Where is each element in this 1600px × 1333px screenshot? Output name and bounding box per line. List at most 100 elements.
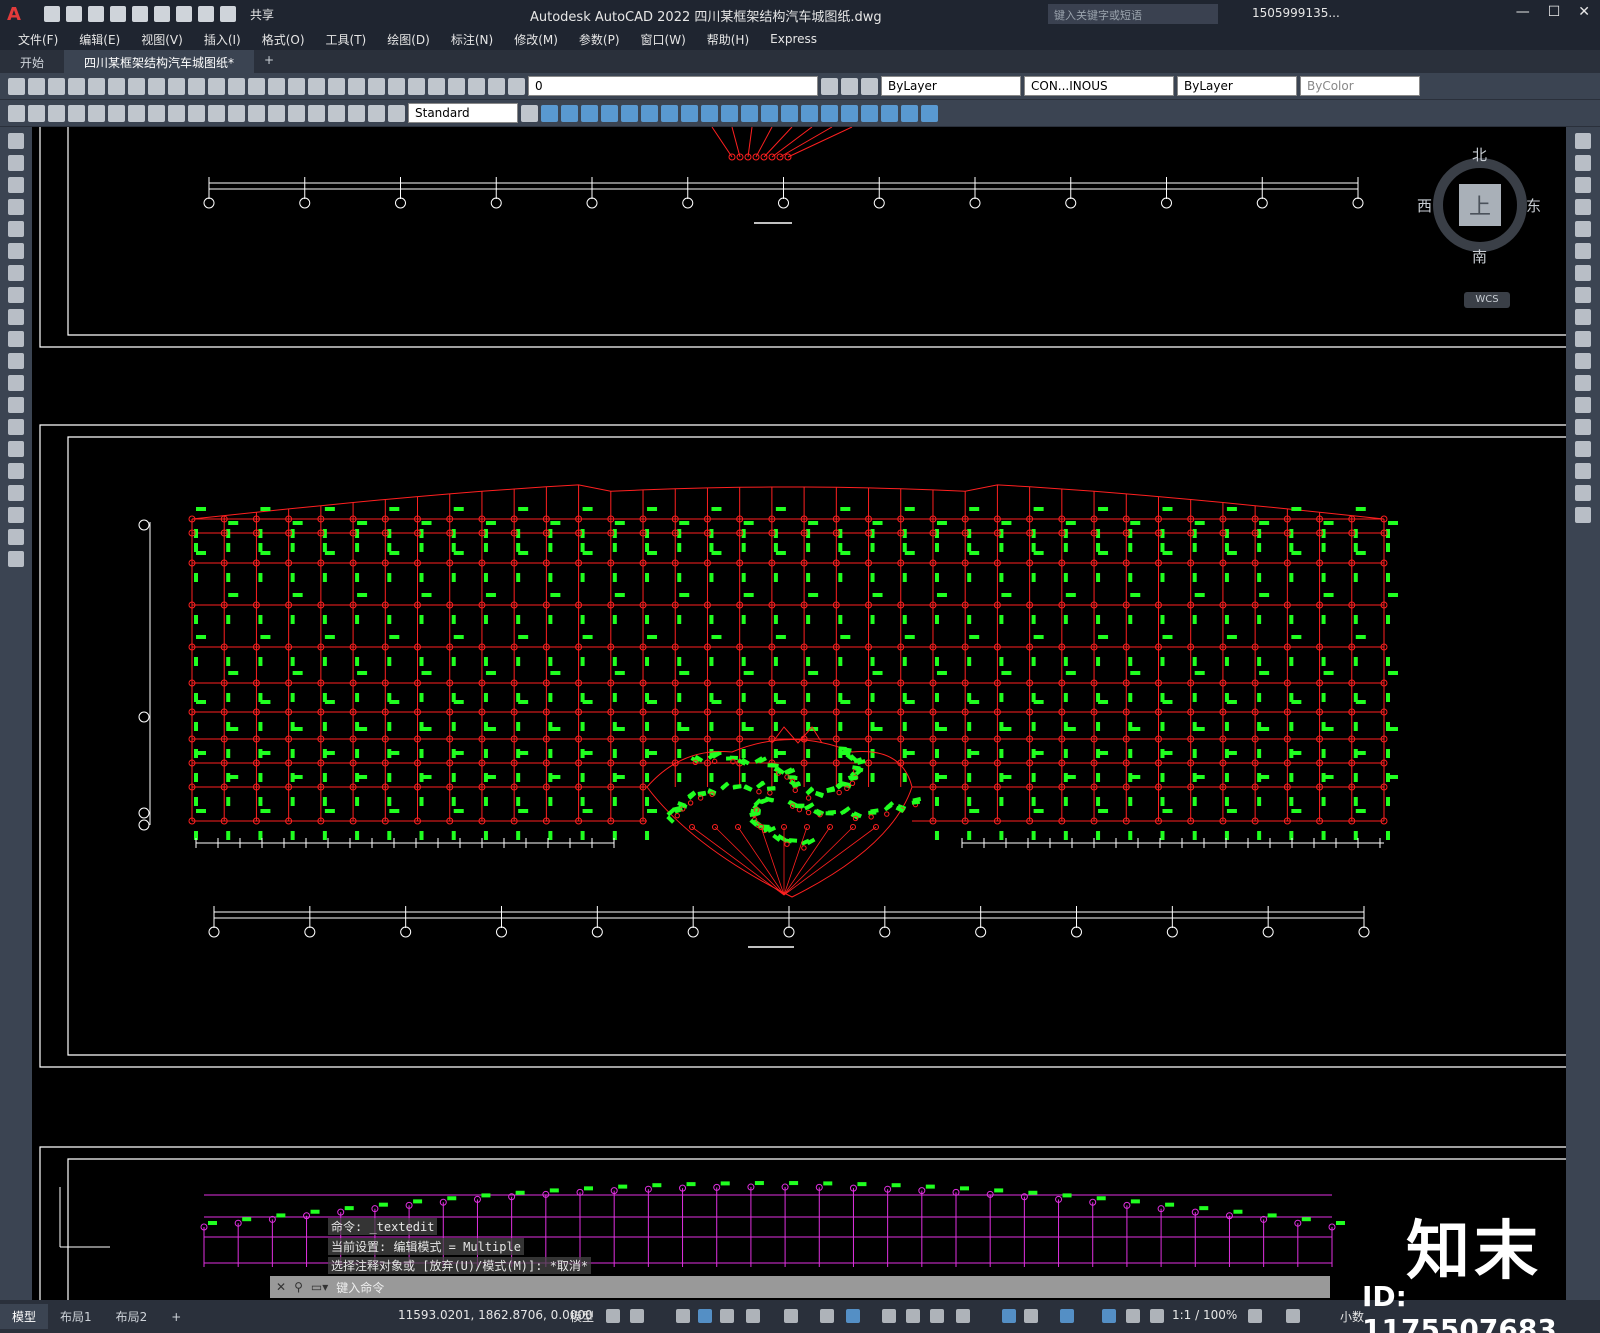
plot-icon[interactable] bbox=[68, 77, 85, 95]
presspull-icon[interactable] bbox=[681, 104, 698, 122]
tab-drawing[interactable]: 四川某框架结构汽车城图纸* bbox=[64, 50, 255, 73]
grid-icon[interactable] bbox=[606, 1309, 620, 1323]
design-center-icon[interactable] bbox=[388, 77, 405, 95]
new-file-icon[interactable] bbox=[44, 6, 60, 22]
arc-icon[interactable] bbox=[8, 243, 24, 259]
union-icon[interactable] bbox=[561, 104, 578, 122]
lineweight-dropdown[interactable]: ByLayer bbox=[1177, 76, 1297, 96]
sweep-icon[interactable] bbox=[641, 104, 658, 122]
undo-icon[interactable] bbox=[198, 6, 214, 22]
redo-icon[interactable] bbox=[268, 77, 285, 95]
circle-icon[interactable] bbox=[8, 265, 24, 281]
maximize-button[interactable]: ☐ bbox=[1548, 4, 1561, 20]
compass-west[interactable]: 西 bbox=[1417, 195, 1432, 216]
layer-dropdown[interactable]: 0 bbox=[528, 76, 818, 96]
snap-icon[interactable] bbox=[630, 1309, 644, 1323]
tab-layout1[interactable]: 布局1 bbox=[48, 1304, 104, 1329]
redo-icon[interactable] bbox=[220, 6, 236, 22]
box-icon[interactable] bbox=[541, 104, 558, 122]
command-line[interactable]: ✕ ⚲ ▭▾ 键入命令 bbox=[270, 1276, 1330, 1298]
tab-layout2[interactable]: 布局2 bbox=[104, 1304, 160, 1329]
continue-dim-icon[interactable] bbox=[208, 104, 225, 122]
center-mark-icon[interactable] bbox=[288, 104, 305, 122]
tab-start[interactable]: 开始 bbox=[0, 50, 64, 73]
section-icon[interactable] bbox=[741, 104, 758, 122]
dynamic-input-icon[interactable] bbox=[698, 1309, 712, 1323]
jogged-dim-icon[interactable] bbox=[108, 104, 125, 122]
linear-dim-icon[interactable] bbox=[8, 104, 25, 122]
polygon-icon[interactable] bbox=[8, 199, 24, 215]
open-icon[interactable] bbox=[28, 77, 45, 95]
transparency-icon[interactable] bbox=[906, 1309, 920, 1323]
model-space-toggle[interactable]: 模型 bbox=[570, 1308, 594, 1325]
pan-icon[interactable] bbox=[288, 77, 305, 95]
zoom-window-icon[interactable] bbox=[328, 77, 345, 95]
menu-modify[interactable]: 修改(M) bbox=[514, 31, 558, 48]
break-icon[interactable] bbox=[1575, 397, 1591, 413]
model-space-canvas[interactable] bbox=[32, 127, 1566, 1300]
auto-scale-icon[interactable] bbox=[1126, 1309, 1140, 1323]
region-icon[interactable] bbox=[8, 485, 24, 501]
chamfer-edge-icon[interactable] bbox=[861, 104, 878, 122]
autocad-logo-icon[interactable]: A bbox=[0, 0, 28, 28]
units-display[interactable]: 小数 bbox=[1340, 1308, 1364, 1325]
properties-icon[interactable] bbox=[368, 77, 385, 95]
mirror-icon[interactable] bbox=[1575, 177, 1591, 193]
angular-dim-icon[interactable] bbox=[148, 104, 165, 122]
add-selected-icon[interactable] bbox=[8, 551, 24, 567]
polar-icon[interactable] bbox=[746, 1309, 760, 1323]
cut-icon[interactable] bbox=[148, 77, 165, 95]
close-command-icon[interactable]: ✕ bbox=[276, 1280, 286, 1294]
layer-properties-icon[interactable] bbox=[508, 77, 525, 95]
match-properties-icon[interactable] bbox=[208, 77, 225, 95]
compass-south[interactable]: 南 bbox=[1472, 246, 1487, 267]
trim-icon[interactable] bbox=[1575, 331, 1591, 347]
aligned-dim-icon[interactable] bbox=[28, 104, 45, 122]
array-icon[interactable] bbox=[1575, 221, 1591, 237]
point-icon[interactable] bbox=[8, 419, 24, 435]
color-dropdown[interactable]: ByLayer bbox=[881, 76, 1021, 96]
close-button[interactable]: ✕ bbox=[1578, 4, 1590, 20]
imprint-icon[interactable] bbox=[821, 104, 838, 122]
paste-icon[interactable] bbox=[188, 77, 205, 95]
copy-object-icon[interactable] bbox=[1575, 155, 1591, 171]
stretch-icon[interactable] bbox=[1575, 309, 1591, 325]
baseline-dim-icon[interactable] bbox=[188, 104, 205, 122]
annotation-scale-icon[interactable] bbox=[1150, 1309, 1164, 1323]
undo-icon[interactable] bbox=[248, 77, 265, 95]
insert-block-icon[interactable] bbox=[8, 375, 24, 391]
spline-icon[interactable] bbox=[8, 309, 24, 325]
menu-express[interactable]: Express bbox=[770, 32, 817, 46]
object-snap-tracking-icon[interactable] bbox=[820, 1309, 834, 1323]
join-icon[interactable] bbox=[1575, 419, 1591, 435]
3d-osnap-icon[interactable] bbox=[956, 1309, 970, 1323]
table-icon[interactable] bbox=[8, 507, 24, 523]
viewcube[interactable]: 上 北 南 东 西 bbox=[1417, 146, 1541, 266]
command-input[interactable]: 键入命令 bbox=[336, 1279, 384, 1296]
annotation-monitor-icon[interactable] bbox=[1286, 1309, 1300, 1323]
customize-icon[interactable]: ⚲ bbox=[294, 1280, 303, 1294]
sheet-set-icon[interactable] bbox=[428, 77, 445, 95]
print-icon[interactable] bbox=[176, 6, 192, 22]
copy-icon[interactable] bbox=[168, 77, 185, 95]
dim-break-icon[interactable] bbox=[248, 104, 265, 122]
inspection-icon[interactable] bbox=[308, 104, 325, 122]
save-icon[interactable] bbox=[48, 77, 65, 95]
jogged-linear-icon[interactable] bbox=[328, 104, 345, 122]
infer-constraints-icon[interactable] bbox=[676, 1309, 690, 1323]
thicken-icon[interactable] bbox=[801, 104, 818, 122]
add-layout-button[interactable]: + bbox=[159, 1306, 193, 1328]
viewcube-top-face[interactable]: 上 bbox=[1459, 184, 1501, 226]
dim-text-edit-icon[interactable] bbox=[368, 104, 385, 122]
search-input[interactable]: 键入关键字或短语 bbox=[1048, 4, 1218, 24]
plotstyle-dropdown[interactable]: ByColor bbox=[1300, 76, 1420, 96]
shell-icon[interactable] bbox=[721, 104, 738, 122]
dimstyle-dropdown[interactable]: Standard bbox=[408, 103, 518, 123]
help-icon[interactable] bbox=[488, 77, 505, 95]
dim-update-icon[interactable] bbox=[388, 104, 405, 122]
revolve-icon[interactable] bbox=[621, 104, 638, 122]
extend-icon[interactable] bbox=[1575, 353, 1591, 369]
block-editor-icon[interactable] bbox=[228, 77, 245, 95]
mtext-icon[interactable] bbox=[8, 529, 24, 545]
web-save-icon[interactable] bbox=[154, 6, 170, 22]
